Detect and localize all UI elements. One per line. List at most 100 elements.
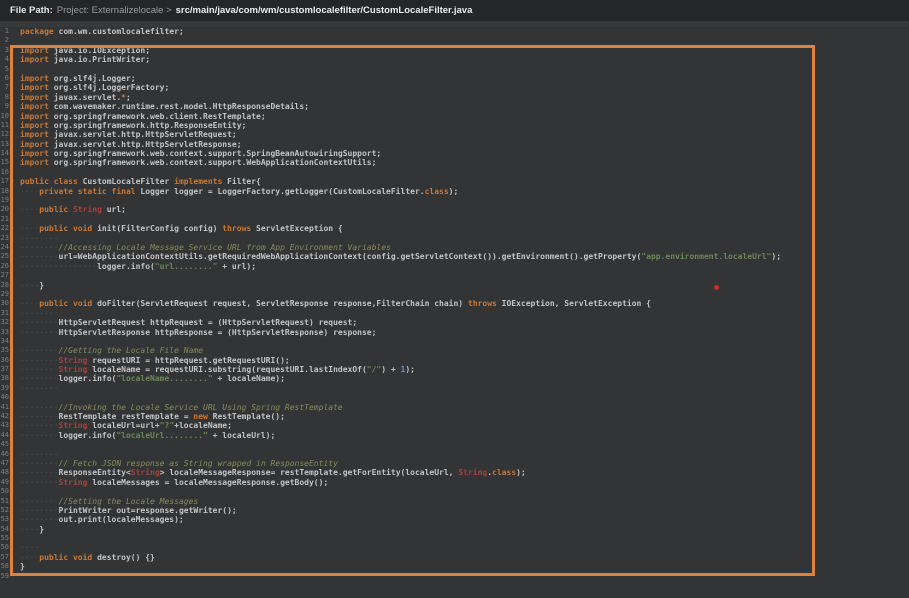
- fold-spacer: [9, 290, 16, 299]
- code-line: 1package com.wm.customlocalefilter;: [0, 27, 909, 36]
- line-number[interactable]: 26: [0, 262, 9, 271]
- line-number[interactable]: 3: [0, 46, 9, 55]
- line-number[interactable]: 48: [0, 468, 9, 477]
- line-number[interactable]: 11: [0, 121, 9, 130]
- fold-spacer: [9, 318, 16, 327]
- line-number[interactable]: 51: [0, 497, 9, 506]
- line-number[interactable]: 13: [0, 140, 9, 149]
- line-number[interactable]: 47: [0, 459, 9, 468]
- line-number[interactable]: 7: [0, 83, 9, 92]
- line-number[interactable]: 24: [0, 243, 9, 252]
- code-text: ········: [16, 309, 59, 318]
- code-line: 30-····public void doFilter(ServletReque…: [0, 299, 909, 308]
- line-number[interactable]: 52: [0, 506, 9, 515]
- line-number[interactable]: 28: [0, 281, 9, 290]
- code-line: 49········String localeMessages = locale…: [0, 478, 909, 487]
- fold-spacer: [9, 140, 16, 149]
- line-number[interactable]: 10: [0, 112, 9, 121]
- line-number[interactable]: 44: [0, 431, 9, 440]
- line-number[interactable]: 42: [0, 412, 9, 421]
- line-number[interactable]: 19: [0, 196, 9, 205]
- line-number[interactable]: 34: [0, 337, 9, 346]
- line-number[interactable]: 6: [0, 74, 9, 83]
- line-number[interactable]: 31: [0, 309, 9, 318]
- code-line: 16: [0, 168, 909, 177]
- line-number[interactable]: 29: [0, 290, 9, 299]
- fold-spacer: [9, 102, 16, 111]
- code-text: ········: [16, 234, 59, 243]
- line-number[interactable]: 15: [0, 158, 9, 167]
- fold-spacer: [9, 83, 16, 92]
- code-text: ····}: [16, 281, 44, 290]
- fold-spacer: [9, 27, 16, 36]
- line-number[interactable]: 53: [0, 515, 9, 524]
- line-number[interactable]: 27: [0, 271, 9, 280]
- code-text: ····}: [16, 525, 44, 534]
- line-number[interactable]: 33: [0, 328, 9, 337]
- line-number[interactable]: 14: [0, 149, 9, 158]
- code-line: 4import java.io.PrintWriter;: [0, 55, 909, 64]
- line-number[interactable]: 50: [0, 487, 9, 496]
- fold-spacer: [9, 74, 16, 83]
- fold-spacer: [9, 393, 16, 402]
- line-number[interactable]: 8: [0, 93, 9, 102]
- fold-marker-icon[interactable]: -: [9, 299, 16, 308]
- line-number[interactable]: 32: [0, 318, 9, 327]
- line-number[interactable]: 38: [0, 374, 9, 383]
- code-line: 36········String requestURI = httpReques…: [0, 356, 909, 365]
- line-number[interactable]: 18: [0, 187, 9, 196]
- line-number[interactable]: 20: [0, 205, 9, 214]
- code-line: 5: [0, 65, 909, 74]
- line-number[interactable]: 57: [0, 553, 9, 562]
- line-number[interactable]: 23: [0, 234, 9, 243]
- line-number[interactable]: 22: [0, 224, 9, 233]
- line-number[interactable]: 2: [0, 36, 9, 45]
- line-number[interactable]: 30: [0, 299, 9, 308]
- line-number[interactable]: 41: [0, 403, 9, 412]
- line-number[interactable]: 9: [0, 102, 9, 111]
- fold-spacer: [9, 468, 16, 477]
- line-number[interactable]: 45: [0, 440, 9, 449]
- line-number[interactable]: 59: [0, 572, 9, 581]
- fold-spacer: [9, 525, 16, 534]
- fold-spacer: [9, 412, 16, 421]
- line-number[interactable]: 54: [0, 525, 9, 534]
- fold-marker-icon[interactable]: -: [9, 224, 16, 233]
- line-number[interactable]: 1: [0, 27, 9, 36]
- line-number[interactable]: 43: [0, 421, 9, 430]
- line-number[interactable]: 21: [0, 215, 9, 224]
- line-number[interactable]: 58: [0, 562, 9, 571]
- line-number[interactable]: 4: [0, 55, 9, 64]
- line-number[interactable]: 46: [0, 450, 9, 459]
- code-line: 54 ····}: [0, 525, 909, 534]
- code-line: 35········//Getting the Locale File Name: [0, 346, 909, 355]
- fold-spacer: [9, 440, 16, 449]
- fold-marker-icon[interactable]: -: [9, 177, 16, 186]
- line-number[interactable]: 39: [0, 384, 9, 393]
- code-line: 56····: [0, 543, 909, 552]
- code-line: 41········//Invoking the Locale Service …: [0, 403, 909, 412]
- line-number[interactable]: 5: [0, 65, 9, 74]
- code-editor[interactable]: 1package com.wm.customlocalefilter;23imp…: [0, 27, 909, 581]
- fold-spacer: [9, 328, 16, 337]
- line-number[interactable]: 17: [0, 177, 9, 186]
- line-number[interactable]: 12: [0, 130, 9, 139]
- code-text: import org.springframework.web.context.s…: [16, 158, 376, 167]
- fold-spacer: [9, 65, 16, 74]
- code-text: ········: [16, 384, 59, 393]
- line-number[interactable]: 35: [0, 346, 9, 355]
- code-text: import org.slf4j.Logger;: [16, 74, 136, 83]
- line-number[interactable]: 55: [0, 534, 9, 543]
- code-line: 17-public class CustomLocaleFilter imple…: [0, 177, 909, 186]
- line-number[interactable]: 25: [0, 252, 9, 261]
- fold-spacer: [9, 252, 16, 261]
- line-number[interactable]: 37: [0, 365, 9, 374]
- code-text: [16, 36, 20, 45]
- line-number[interactable]: 16: [0, 168, 9, 177]
- code-text: [16, 440, 20, 449]
- line-number[interactable]: 36: [0, 356, 9, 365]
- code-text: ········HttpServletRequest httpRequest =…: [16, 318, 357, 327]
- line-number[interactable]: 56: [0, 543, 9, 552]
- line-number[interactable]: 49: [0, 478, 9, 487]
- line-number[interactable]: 40: [0, 393, 9, 402]
